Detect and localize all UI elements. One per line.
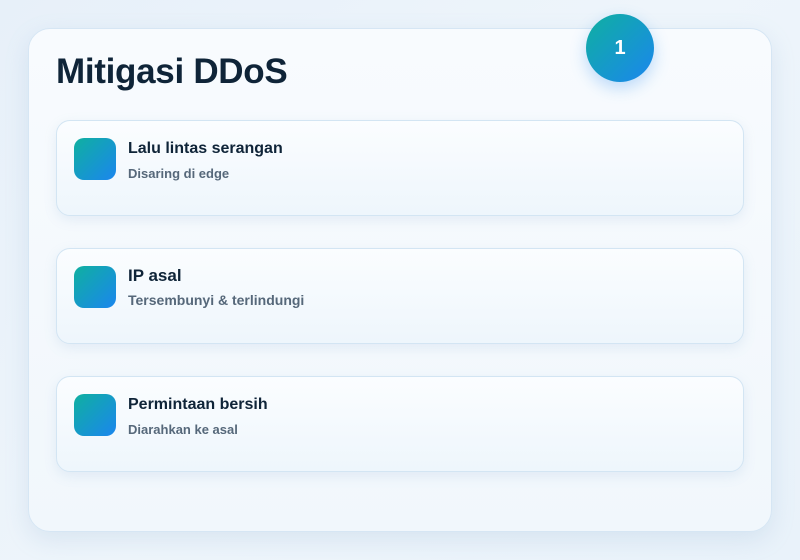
list-item-origin-ip: IP asal Tersembunyi & terlindungi [56, 248, 744, 344]
list-item-attack-traffic: Lalu lintas serangan Disaring di edge [56, 120, 744, 216]
item-title: IP asal [128, 266, 182, 285]
item-subtitle: Tersembunyi & terlindungi [128, 292, 305, 308]
step-number-badge: 1 [586, 14, 654, 82]
page-title: Mitigasi DDoS [56, 52, 288, 91]
item-title: Lalu lintas serangan [128, 140, 283, 157]
item-title: Permintaan bersih [128, 396, 268, 413]
item-subtitle: Disaring di edge [128, 166, 230, 181]
item-subtitle: Diarahkan ke asal [128, 422, 238, 437]
gradient-square-icon [74, 394, 116, 436]
list-item-clean-requests: Permintaan bersih Diarahkan ke asal [56, 376, 744, 472]
step-number: 1 [614, 36, 626, 59]
gradient-square-icon [74, 138, 116, 180]
gradient-square-icon [74, 266, 116, 308]
